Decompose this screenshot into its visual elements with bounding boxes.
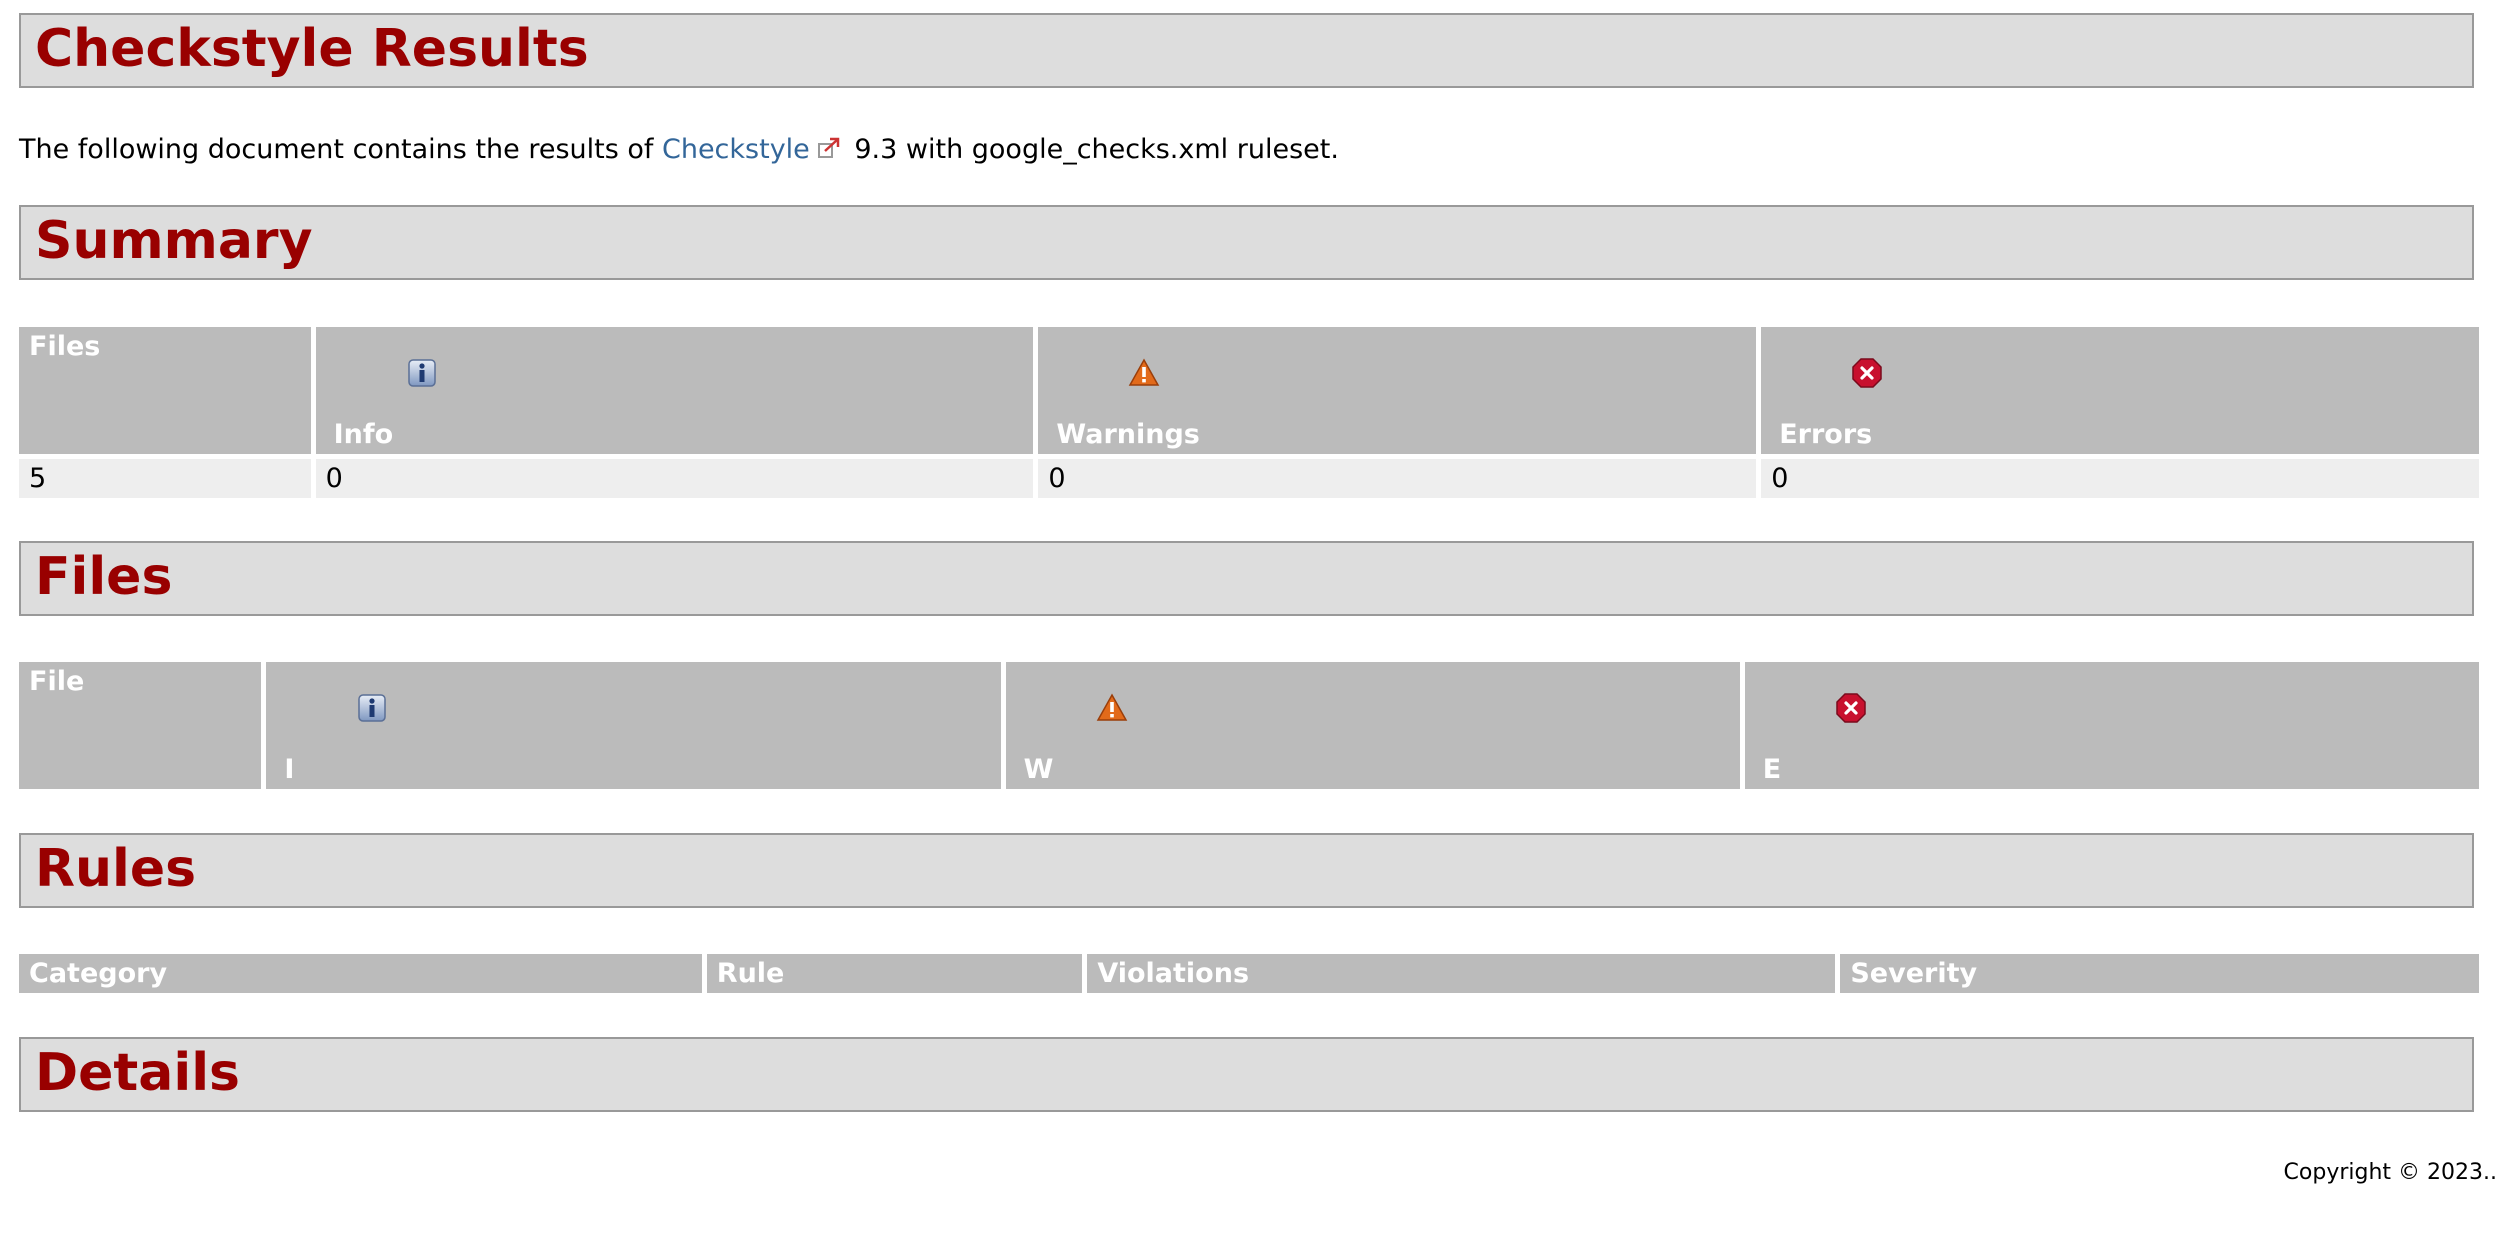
summary-data-row: 5 0 0 0 xyxy=(19,459,2479,498)
info-icon xyxy=(358,694,387,722)
files-header-errors-label: E xyxy=(1762,754,1782,785)
details-heading: Details xyxy=(35,1043,240,1103)
error-icon xyxy=(1852,358,1882,388)
checkstyle-link[interactable]: Checkstyle xyxy=(662,134,810,165)
rules-section-header: Rules xyxy=(19,833,2474,908)
summary-header-errors-label: Errors xyxy=(1779,419,1873,450)
rules-header-rule: Rule xyxy=(706,954,1083,993)
files-header-warnings-label: W xyxy=(1023,754,1054,785)
intro-text: The following document contains the resu… xyxy=(19,132,1339,168)
summary-section-header: Summary xyxy=(19,205,2474,280)
page: Checkstyle Results The following documen… xyxy=(0,0,2503,1237)
warning-icon xyxy=(1096,693,1127,721)
files-header-file: File xyxy=(19,662,262,789)
summary-header-row: Files Info Warnings Errors xyxy=(19,327,2479,454)
files-section-header: Files xyxy=(19,541,2474,616)
summary-header-info: Info xyxy=(315,327,1034,454)
error-icon xyxy=(1836,693,1866,723)
summary-table: Files Info Warnings Errors 5 0 0 0 xyxy=(14,327,2484,498)
rules-heading: Rules xyxy=(35,839,197,899)
files-table: File I W E xyxy=(14,662,2484,789)
summary-warnings-count: 0 xyxy=(1038,459,1757,498)
rules-header-severity: Severity xyxy=(1840,954,2479,993)
files-header-warnings: W xyxy=(1005,662,1740,789)
external-link-icon[interactable] xyxy=(816,135,842,161)
details-section-header: Details xyxy=(19,1037,2474,1112)
files-header-file-label: File xyxy=(29,666,85,697)
summary-info-count: 0 xyxy=(315,459,1034,498)
files-header-row: File I W E xyxy=(19,662,2479,789)
summary-files-count: 5 xyxy=(19,459,311,498)
page-title: Checkstyle Results xyxy=(35,19,589,79)
title-banner: Checkstyle Results xyxy=(19,13,2474,88)
rules-table: Category Rule Violations Severity xyxy=(14,954,2484,993)
info-icon xyxy=(407,359,436,387)
summary-heading: Summary xyxy=(35,211,313,271)
warning-icon xyxy=(1129,358,1160,386)
files-header-info-label: I xyxy=(284,754,295,785)
files-header-info: I xyxy=(266,662,1001,789)
rules-header-violations: Violations xyxy=(1087,954,1836,993)
copyright-text: Copyright © 2023.. xyxy=(2283,1160,2497,1185)
summary-header-files-label: Files xyxy=(29,331,101,362)
summary-header-info-label: Info xyxy=(333,419,394,450)
files-heading: Files xyxy=(35,547,173,607)
summary-header-errors: Errors xyxy=(1761,327,2479,454)
rules-header-category: Category xyxy=(19,954,702,993)
intro-after: 9.3 with google_checks.xml ruleset. xyxy=(845,134,1339,165)
files-header-errors: E xyxy=(1744,662,2479,789)
summary-header-warnings: Warnings xyxy=(1038,327,1757,454)
intro-before: The following document contains the resu… xyxy=(19,134,662,165)
summary-header-warnings-label: Warnings xyxy=(1056,419,1200,450)
summary-errors-count: 0 xyxy=(1761,459,2479,498)
rules-header-row: Category Rule Violations Severity xyxy=(19,954,2479,993)
summary-header-files: Files xyxy=(19,327,311,454)
